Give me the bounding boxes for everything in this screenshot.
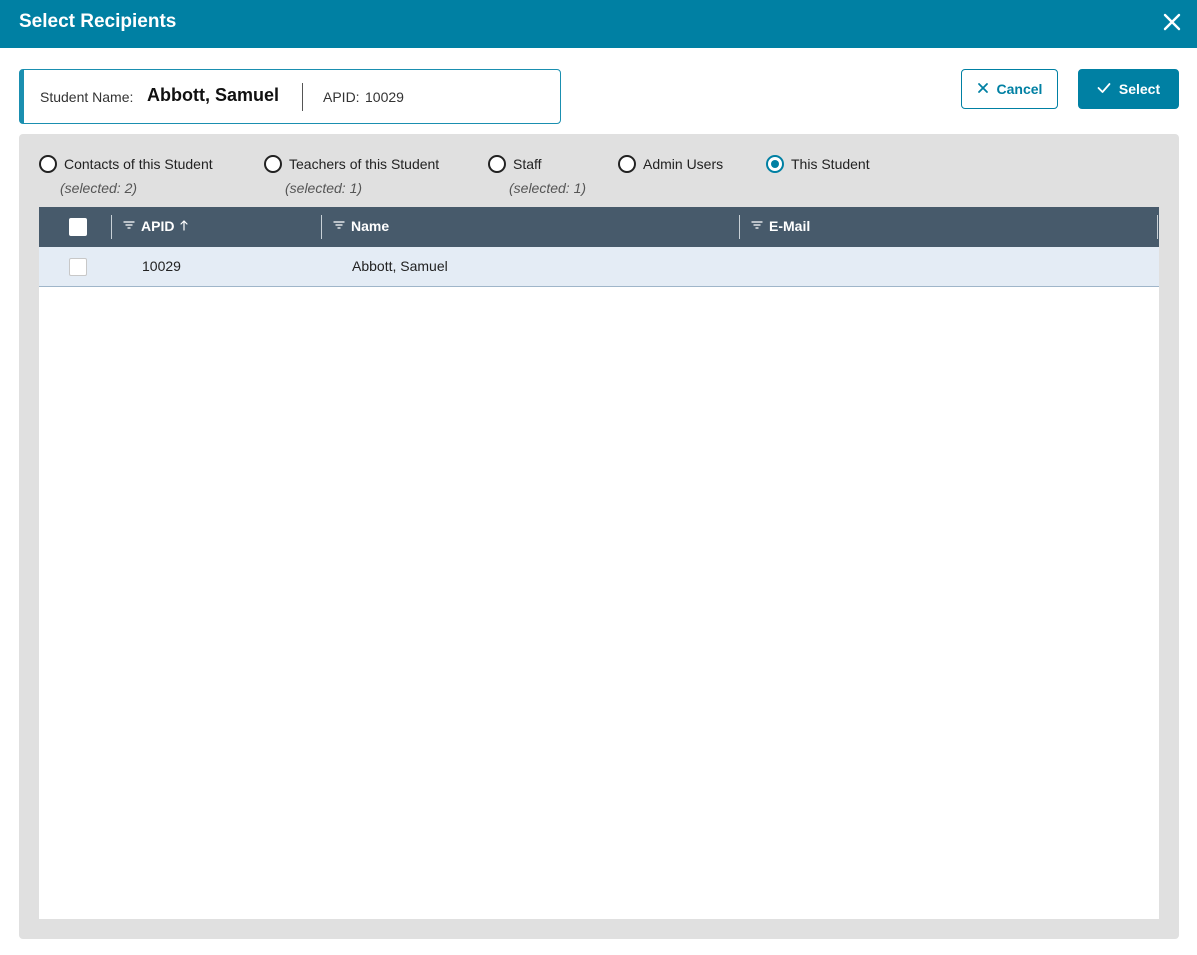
check-icon: [1097, 81, 1111, 97]
close-icon[interactable]: [1159, 9, 1185, 35]
table-row[interactable]: 10029 Abbott, Samuel: [39, 247, 1159, 287]
select-all-checkbox[interactable]: [69, 218, 87, 236]
grid-header: APID Name E-Mail: [39, 207, 1159, 247]
recipients-panel: Contacts of this Student (selected: 2) T…: [19, 134, 1179, 939]
column-header-name[interactable]: Name: [333, 218, 389, 234]
column-label: Name: [351, 218, 390, 234]
column-label: APID: [141, 218, 175, 234]
radio-label: Contacts of this Student: [64, 156, 213, 172]
radio-label: Admin Users: [643, 156, 724, 172]
close-icon: [977, 81, 989, 97]
filter-icon[interactable]: [751, 218, 763, 234]
select-button[interactable]: Select: [1078, 69, 1179, 109]
radio-button[interactable]: [488, 155, 506, 173]
student-name-value: Abbott, Samuel: [147, 85, 280, 105]
student-name-label: Student Name:: [40, 89, 134, 105]
student-info-box: Student Name: Abbott, Samuel APID: 10029: [19, 69, 561, 124]
radio-label: This Student: [791, 156, 870, 172]
selected-count: (selected: 1): [285, 180, 363, 196]
apid-label: APID:: [323, 89, 360, 105]
selected-count: (selected: 1): [509, 180, 587, 196]
radio-button-checked[interactable]: [766, 155, 784, 173]
column-header-email[interactable]: E-Mail: [751, 218, 810, 234]
cancel-button[interactable]: Cancel: [961, 69, 1058, 109]
row-checkbox[interactable]: [69, 258, 87, 276]
column-divider: [739, 215, 740, 239]
recipients-grid: APID Name E-Mail 10029 Abbott, Samuel: [39, 207, 1159, 919]
column-label: E-Mail: [769, 218, 811, 234]
cell-name: Abbott, Samuel: [352, 258, 448, 274]
radio-label: Teachers of this Student: [289, 156, 440, 172]
dialog-title: Select Recipients: [19, 11, 177, 32]
dialog-titlebar: Select Recipients: [0, 0, 1197, 48]
column-divider: [321, 215, 322, 239]
select-button-label: Select: [1118, 81, 1161, 97]
radio-button[interactable]: [618, 155, 636, 173]
column-header-apid[interactable]: APID: [123, 218, 189, 234]
filter-icon[interactable]: [123, 218, 135, 234]
apid-value: 10029: [365, 89, 404, 105]
radio-button[interactable]: [39, 155, 57, 173]
selected-count: (selected: 2): [60, 180, 138, 196]
info-divider: [302, 83, 303, 111]
radio-button[interactable]: [264, 155, 282, 173]
column-divider: [111, 215, 112, 239]
filter-icon[interactable]: [333, 218, 345, 234]
cell-apid: 10029: [142, 258, 181, 274]
sort-ascending-icon: [180, 218, 189, 234]
column-divider: [1157, 215, 1158, 239]
cancel-button-label: Cancel: [996, 81, 1043, 97]
radio-label: Staff: [513, 156, 542, 172]
